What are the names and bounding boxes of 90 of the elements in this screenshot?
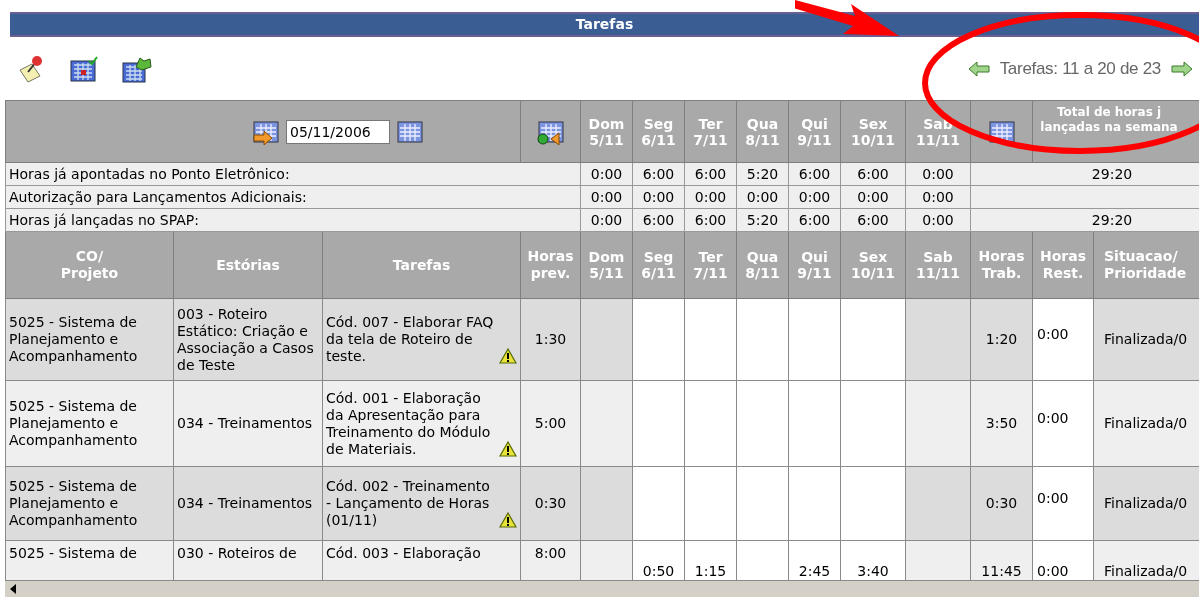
warning-icon	[499, 440, 518, 457]
column-header: Sab 11/11	[905, 231, 971, 299]
table-cell: 6:00	[840, 162, 906, 186]
calendar-picker-icon[interactable]	[396, 118, 424, 145]
table-cell: Finalizada/0	[1093, 380, 1199, 467]
table-cell: 0:00	[788, 185, 841, 209]
table-cell[interactable]: 1:15	[684, 540, 737, 580]
table-cell: 6:00	[684, 162, 737, 186]
table-cell: 0:00	[736, 185, 789, 209]
column-header: Sex 10/11	[840, 231, 906, 299]
table-cell: 0:00	[1032, 540, 1094, 580]
column-header: Horas Rest.	[1032, 231, 1094, 299]
column-header: Qui 9/11	[788, 231, 841, 299]
table-cell: 0:00	[1032, 380, 1094, 467]
table-cell: 034 - Treinamentos	[173, 380, 323, 467]
table-cell: 0:00	[580, 185, 633, 209]
column-header: Qua 8/11	[736, 231, 789, 299]
column-header: CO/ Projeto	[5, 231, 174, 299]
table-cell: 8:00	[520, 540, 581, 580]
column-header: Horas Trab.	[970, 231, 1033, 299]
table-cell[interactable]: 0:50	[632, 540, 685, 580]
table-cell: 0:00	[632, 185, 685, 209]
column-header: Estórias	[173, 231, 323, 299]
calendar-check-icon[interactable]	[70, 55, 98, 82]
table-cell: 5025 - Sistema de Planejamento e Acompanhamento	[5, 380, 174, 467]
task-text: Cód. 002 - Treinamento - Lançamento de Horas (01/11)	[326, 478, 491, 529]
table-cell: 0:00	[905, 208, 971, 232]
table-cell: 0:00	[905, 162, 971, 186]
column-header: Horas prev.	[520, 231, 581, 299]
column-header: Seg 6/11	[632, 100, 685, 163]
table-cell: 5025 - Sistema de Planejamento e Acompanhamento	[5, 466, 174, 541]
horizontal-scrollbar[interactable]	[5, 580, 1199, 597]
table-cell: 0:00	[684, 185, 737, 209]
table-cell: 3:50	[970, 380, 1033, 467]
summary-label: Autorização para Lançamentos Adicionais:	[5, 185, 581, 209]
table-cell: 5025 - Sistema de Planejamento e Acompanhamento	[5, 298, 174, 381]
table-cell[interactable]: 3:40	[840, 540, 906, 580]
previous-arrow-icon[interactable]	[967, 60, 990, 77]
table-cell: 0:00	[1032, 298, 1094, 381]
column-header: Dom 5/11	[580, 100, 633, 163]
column-header: Total de horas j lançadas na semana	[1039, 105, 1179, 135]
task-text: Cód. 003 - Elaboração	[326, 545, 482, 562]
summary-label: Horas já apontadas no Ponto Eletrônico:	[5, 162, 581, 186]
table-cell: 0:30	[970, 466, 1033, 541]
warning-icon	[499, 512, 518, 528]
window-title: Tarefas	[575, 15, 634, 34]
table-cell: Finalizada/0	[1093, 540, 1199, 580]
table-cell: 034 - Treinamentos	[173, 466, 323, 541]
column-header: Sex 10/11	[840, 100, 906, 163]
table-cell: 1:20	[970, 298, 1033, 381]
column-header: Ter 7/11	[684, 231, 737, 299]
next-arrow-icon[interactable]	[1171, 60, 1193, 77]
table-cell: Finalizada/0	[1093, 466, 1199, 541]
table-cell: 0:30	[520, 466, 581, 541]
table-cell: 6:00	[788, 162, 841, 186]
table-cell: 6:00	[684, 208, 737, 232]
column-header: Qua 8/11	[736, 100, 789, 163]
table-cell: 5:00	[520, 380, 581, 467]
calendar-chart-icon[interactable]	[987, 118, 1016, 145]
column-header: Tarefas	[322, 231, 521, 299]
column-header: Dom 5/11	[580, 231, 633, 299]
summary-label: Horas já lançadas no SPAP:	[5, 208, 581, 232]
table-cell: 6:00	[632, 162, 685, 186]
table-cell: 0:00	[840, 185, 906, 209]
table-cell: 003 - Roteiro Estático: Criação e Associação a Casos de Teste	[173, 298, 323, 381]
table-cell: 0:00	[580, 162, 633, 186]
date-field[interactable]: 05/11/2006	[286, 119, 390, 144]
table-cell: 0:00	[905, 185, 971, 209]
table-cell: 0:00	[1032, 466, 1094, 541]
table-cell: 6:00	[788, 208, 841, 232]
calendar-swap-icon[interactable]	[536, 118, 565, 145]
table-cell: 6:00	[632, 208, 685, 232]
task-text: Cód. 001 - Elaboração da Apresentação para Treinamento do Módulo de Materiais.	[326, 389, 492, 458]
column-header: Ter 7/11	[684, 100, 737, 163]
column-header: Qui 9/11	[788, 100, 841, 163]
table-cell: 6:00	[840, 208, 906, 232]
table-cell[interactable]: 2:45	[788, 540, 841, 580]
warning-icon	[499, 348, 518, 364]
table-cell: 5:20	[736, 162, 789, 186]
table-cell: 5:20	[736, 208, 789, 232]
table-cell: 030 - Roteiros de	[173, 540, 323, 580]
column-header: Situacao/ Prioridade	[1093, 231, 1199, 299]
table-cell: 11:45	[970, 540, 1033, 580]
table-cell: 0:00	[580, 208, 633, 232]
pagination-label: Tarefas: 11 a 20 de 23	[999, 57, 1161, 80]
table-cell: Finalizada/0	[1093, 298, 1199, 381]
task-text: Cód. 007 - Elaborar FAQ da tela de Roteiro de teste.	[326, 314, 495, 365]
table-cell: 5025 - Sistema de	[5, 540, 174, 580]
table-cell: 1:30	[520, 298, 581, 381]
column-header: Seg 6/11	[632, 231, 685, 299]
